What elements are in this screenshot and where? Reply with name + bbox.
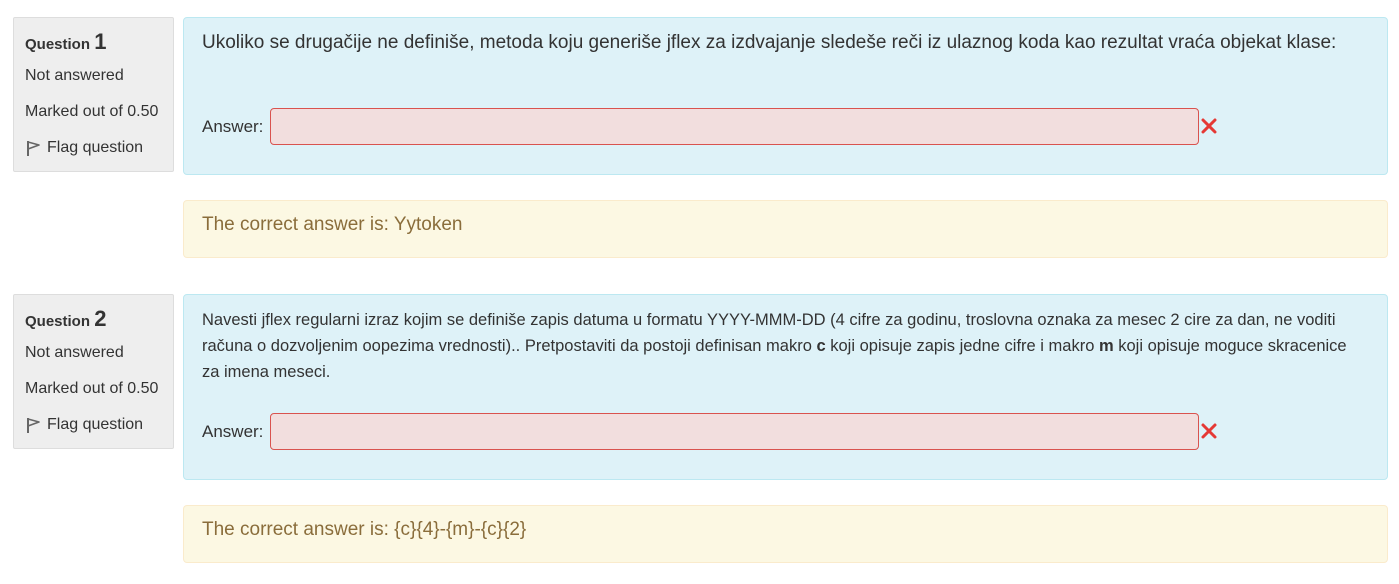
question-2-info: Question 2 Not answered Marked out of 0.… <box>13 294 174 449</box>
question-number: 1 <box>94 29 107 54</box>
question-2-outcome: The correct answer is: {c}{4}-{m}-{c}{2} <box>183 505 1388 563</box>
question-label: Question <box>25 36 91 53</box>
answer-label: Answer: <box>202 422 264 441</box>
question-2-answer-input[interactable] <box>270 413 1199 450</box>
question-1-grade: Marked out of 0.50 <box>25 103 159 120</box>
answer-label: Answer: <box>202 117 264 136</box>
flag-label: Flag question <box>47 416 144 433</box>
question-label: Question <box>25 313 91 330</box>
question-1-formulation: Ukoliko se drugačije ne definiše, metoda… <box>183 17 1388 175</box>
question-1-answer-input[interactable] <box>270 108 1199 145</box>
incorrect-cross-icon <box>1201 118 1217 134</box>
incorrect-cross-icon <box>1201 423 1217 439</box>
question-1-outcome: The correct answer is: Yytoken <box>183 200 1388 258</box>
question-2-number: Question 2 <box>25 306 106 332</box>
question-2-state: Not answered <box>25 344 124 361</box>
question-2-text: Navesti jflex regularni izraz kojim se d… <box>202 307 1347 385</box>
question-1-flag-toggle[interactable]: Flag question <box>25 139 143 157</box>
question-1-info: Question 1 Not answered Marked out of 0.… <box>13 17 174 172</box>
question-1-state: Not answered <box>25 67 124 84</box>
flag-icon <box>27 418 40 433</box>
flag-icon <box>27 141 40 156</box>
question-text-part: koji opisuje zapis jedne cifre i makro <box>825 337 1099 355</box>
question-2-flag-toggle[interactable]: Flag question <box>25 416 143 434</box>
question-1-text: Ukoliko se drugačije ne definiše, metoda… <box>202 32 1337 53</box>
macro-m-name: m <box>1098 337 1114 355</box>
macro-c-name: c <box>816 337 826 355</box>
question-2-formulation: Navesti jflex regularni izraz kojim se d… <box>183 294 1388 480</box>
correct-answer-text: The correct answer is: Yytoken <box>202 214 463 235</box>
question-number: 2 <box>94 306 107 331</box>
question-2-grade: Marked out of 0.50 <box>25 380 159 397</box>
flag-label: Flag question <box>47 139 144 156</box>
question-1-number: Question 1 <box>25 29 106 55</box>
correct-answer-text: The correct answer is: {c}{4}-{m}-{c}{2} <box>202 519 527 540</box>
